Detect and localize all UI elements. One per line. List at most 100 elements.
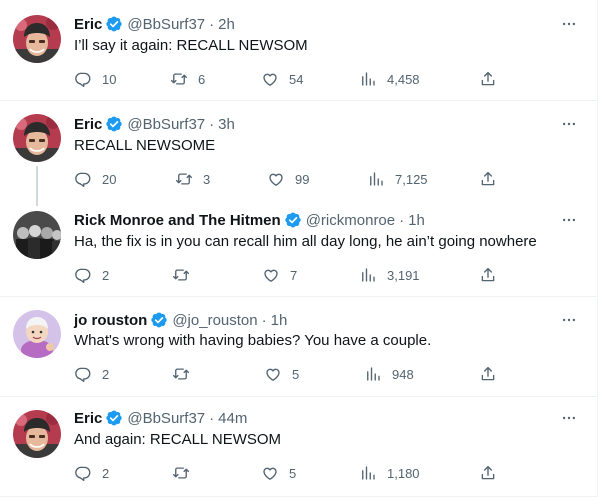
share-button[interactable]	[479, 364, 497, 384]
author-name[interactable]: Rick Monroe and The Hitmen	[74, 212, 281, 229]
tweet-header: Rick Monroe and The Hitmen @rickmonroe ·…	[74, 210, 425, 230]
verified-badge-icon	[105, 115, 123, 133]
tweet-header: Eric @BbSurf37 · 2h	[74, 14, 235, 34]
like-count: 54	[289, 71, 304, 87]
more-icon[interactable]	[559, 14, 579, 34]
reply-button[interactable]: 2	[74, 265, 109, 285]
views-button[interactable]: 948	[364, 364, 414, 384]
author-name[interactable]: jo rouston	[74, 312, 147, 329]
tweet[interactable]: jo rouston @jo_rouston · 1h What's wrong…	[0, 298, 598, 397]
views-icon	[364, 365, 382, 383]
tweet[interactable]: Eric @BbSurf37 · 44m And again: RECALL N…	[0, 398, 598, 497]
reply-count: 2	[102, 267, 110, 283]
more-icon[interactable]	[559, 408, 579, 428]
like-button[interactable]: 5	[264, 364, 299, 384]
view-count: 948	[392, 366, 414, 382]
timestamp[interactable]: 2h	[218, 16, 235, 33]
avatar[interactable]	[13, 114, 61, 162]
like-button[interactable]: 99	[267, 169, 309, 189]
views-button[interactable]: 7,125	[367, 169, 428, 189]
like-button[interactable]: 5	[261, 463, 296, 483]
more-icon[interactable]	[559, 210, 579, 230]
avatar[interactable]	[13, 211, 61, 259]
share-button[interactable]	[479, 69, 497, 89]
timestamp[interactable]: 1h	[271, 312, 288, 329]
share-button[interactable]	[479, 265, 497, 285]
like-count: 5	[289, 465, 297, 481]
share-icon	[479, 464, 497, 482]
reply-icon	[74, 266, 92, 284]
retweet-button[interactable]: 6	[170, 69, 205, 89]
reply-icon	[74, 170, 92, 188]
verified-badge-icon	[150, 311, 168, 329]
like-button[interactable]: 7	[262, 265, 297, 285]
heart-icon	[261, 70, 279, 88]
author-name[interactable]: Eric	[74, 16, 102, 33]
views-button[interactable]: 4,458	[359, 69, 420, 89]
timestamp[interactable]: 3h	[218, 116, 235, 133]
separator-dot: ·	[399, 211, 405, 229]
share-icon	[479, 170, 497, 188]
retweet-icon	[170, 70, 188, 88]
views-button[interactable]: 3,191	[359, 265, 420, 285]
verified-badge-icon	[284, 211, 302, 229]
retweet-icon	[172, 365, 190, 383]
author-handle[interactable]: @BbSurf37	[127, 116, 205, 133]
tweet[interactable]: Eric @BbSurf37 · 3h RECALL NEWSOME 20 3 …	[0, 102, 598, 206]
separator-dot: ·	[209, 115, 215, 133]
tweet-header: Eric @BbSurf37 · 44m	[74, 408, 247, 428]
more-icon[interactable]	[559, 310, 579, 330]
reply-button[interactable]: 10	[74, 69, 116, 89]
retweet-count: 3	[203, 171, 211, 187]
like-count: 5	[292, 366, 300, 382]
heart-icon	[267, 170, 285, 188]
share-button[interactable]	[479, 463, 497, 483]
tweet-header: jo rouston @jo_rouston · 1h	[74, 310, 287, 330]
retweet-button[interactable]	[172, 364, 190, 384]
author-handle[interactable]: @BbSurf37	[127, 410, 205, 427]
tweet-text: Ha, the fix is in you can recall him all…	[74, 233, 537, 250]
like-button[interactable]: 54	[261, 69, 303, 89]
tweet[interactable]: Eric @BbSurf37 · 2h I’ll say it again: R…	[0, 0, 598, 101]
heart-icon	[264, 365, 282, 383]
avatar[interactable]	[13, 15, 61, 63]
view-count: 7,125	[395, 171, 428, 187]
tweet[interactable]: Rick Monroe and The Hitmen @rickmonroe ·…	[0, 198, 598, 297]
avatar[interactable]	[13, 410, 61, 458]
tweet-text: RECALL NEWSOME	[74, 137, 216, 154]
reply-count: 2	[102, 366, 110, 382]
share-button[interactable]	[479, 169, 497, 189]
reply-count: 10	[102, 71, 117, 87]
author-handle[interactable]: @BbSurf37	[127, 16, 205, 33]
retweet-button[interactable]	[172, 265, 190, 285]
separator-dot: ·	[209, 15, 215, 33]
reply-button[interactable]: 2	[74, 364, 109, 384]
views-button[interactable]: 1,180	[359, 463, 420, 483]
retweet-icon	[172, 464, 190, 482]
reply-count: 20	[102, 171, 117, 187]
reply-icon	[74, 464, 92, 482]
view-count: 3,191	[387, 267, 420, 283]
author-name[interactable]: Eric	[74, 116, 102, 133]
author-handle[interactable]: @rickmonroe	[306, 212, 395, 229]
reply-button[interactable]: 20	[74, 169, 116, 189]
retweet-icon	[175, 170, 193, 188]
share-icon	[479, 70, 497, 88]
separator-dot: ·	[261, 311, 267, 329]
views-icon	[359, 70, 377, 88]
author-name[interactable]: Eric	[74, 410, 102, 427]
tweet-text: I’ll say it again: RECALL NEWSOM	[74, 37, 308, 54]
share-icon	[479, 365, 497, 383]
more-icon[interactable]	[559, 114, 579, 134]
share-icon	[479, 266, 497, 284]
reply-button[interactable]: 2	[74, 463, 109, 483]
view-count: 1,180	[387, 465, 420, 481]
timestamp[interactable]: 44m	[218, 410, 247, 427]
verified-badge-icon	[105, 15, 123, 33]
avatar[interactable]	[13, 310, 61, 358]
retweet-button[interactable]	[172, 463, 190, 483]
retweet-button[interactable]: 3	[175, 169, 210, 189]
timestamp[interactable]: 1h	[408, 212, 425, 229]
author-handle[interactable]: @jo_rouston	[172, 312, 257, 329]
heart-icon	[262, 266, 280, 284]
